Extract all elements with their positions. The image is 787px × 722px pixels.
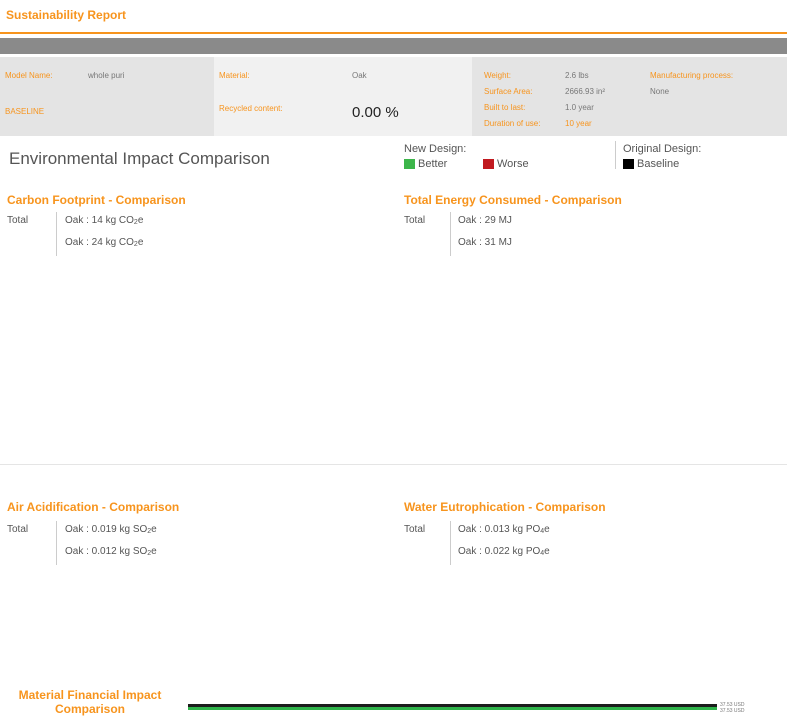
section-divider [0, 464, 787, 465]
baseline-swatch [623, 159, 634, 169]
better-swatch [404, 159, 415, 169]
carbon-row-2: Oak : 24 kg CO2e [65, 237, 144, 248]
financial-bar-new [188, 707, 717, 710]
recycled-content-value: 0.00 % [352, 104, 399, 121]
water-eutrophication-title: Water Eutrophication - Comparison [404, 500, 606, 514]
carbon-row-1: Oak : 14 kg CO2e [65, 215, 144, 226]
financial-title-line-1: Material Financial Impact [18, 688, 162, 702]
energy-row-2: Oak : 31 MJ [458, 237, 512, 248]
baseline-label: BASELINE [5, 107, 45, 116]
energy-divider [450, 212, 451, 256]
info-panel-middle [214, 57, 472, 136]
surface-area-label: Surface Area: [484, 87, 533, 96]
legend-divider [615, 141, 616, 169]
new-design-label: New Design: [404, 143, 467, 155]
impact-comparison-title: Environmental Impact Comparison [9, 149, 270, 168]
carbon-total-label: Total [7, 215, 29, 226]
air-acidification-title: Air Acidification - Comparison [7, 500, 180, 514]
model-name-value: whole puri [88, 71, 125, 80]
model-name-label: Model Name: [5, 71, 53, 80]
material-label: Material: [219, 71, 250, 80]
weight-label: Weight: [484, 71, 511, 80]
air-row-1: Oak : 0.019 kg SO2e [65, 524, 157, 535]
carbon-divider [56, 212, 57, 256]
built-to-last-value: 1.0 year [565, 103, 594, 112]
financial-value-2: 37.53 USD [720, 708, 745, 714]
original-design-label: Original Design: [623, 143, 702, 155]
water-divider [450, 521, 451, 565]
financial-title-line-2: Comparison [54, 702, 125, 716]
water-row-1: Oak : 0.013 kg PO4e [458, 524, 550, 535]
baseline-legend-label: Baseline [637, 158, 680, 170]
manufacturing-process-value: None [650, 87, 670, 96]
energy-consumed-title: Total Energy Consumed - Comparison [404, 193, 622, 207]
surface-area-value: 2666.93 in² [565, 87, 606, 96]
manufacturing-process-label: Manufacturing process: [650, 71, 734, 80]
air-divider [56, 521, 57, 565]
duration-of-use-label: Duration of use: [484, 119, 541, 128]
material-value: Oak [352, 71, 367, 80]
weight-value: 2.6 lbs [565, 71, 589, 80]
water-total-label: Total [404, 524, 426, 535]
air-total-label: Total [7, 524, 29, 535]
duration-of-use-value: 10 year [565, 119, 592, 128]
worse-swatch [483, 159, 494, 169]
carbon-footprint-title: Carbon Footprint - Comparison [7, 193, 186, 207]
better-label: Better [418, 158, 448, 170]
air-row-2: Oak : 0.012 kg SO2e [65, 546, 157, 557]
energy-row-1: Oak : 29 MJ [458, 215, 512, 226]
recycled-content-label: Recycled content: [219, 104, 283, 113]
report-title: Sustainability Report [6, 8, 127, 22]
worse-label: Worse [497, 158, 529, 170]
built-to-last-label: Built to last: [484, 103, 526, 112]
water-row-2: Oak : 0.022 kg PO4e [458, 546, 550, 557]
energy-total-label: Total [404, 215, 426, 226]
header-bar [0, 38, 787, 54]
financial-impact-title: Material Financial Impact Comparison [0, 688, 180, 716]
title-divider [0, 32, 787, 34]
